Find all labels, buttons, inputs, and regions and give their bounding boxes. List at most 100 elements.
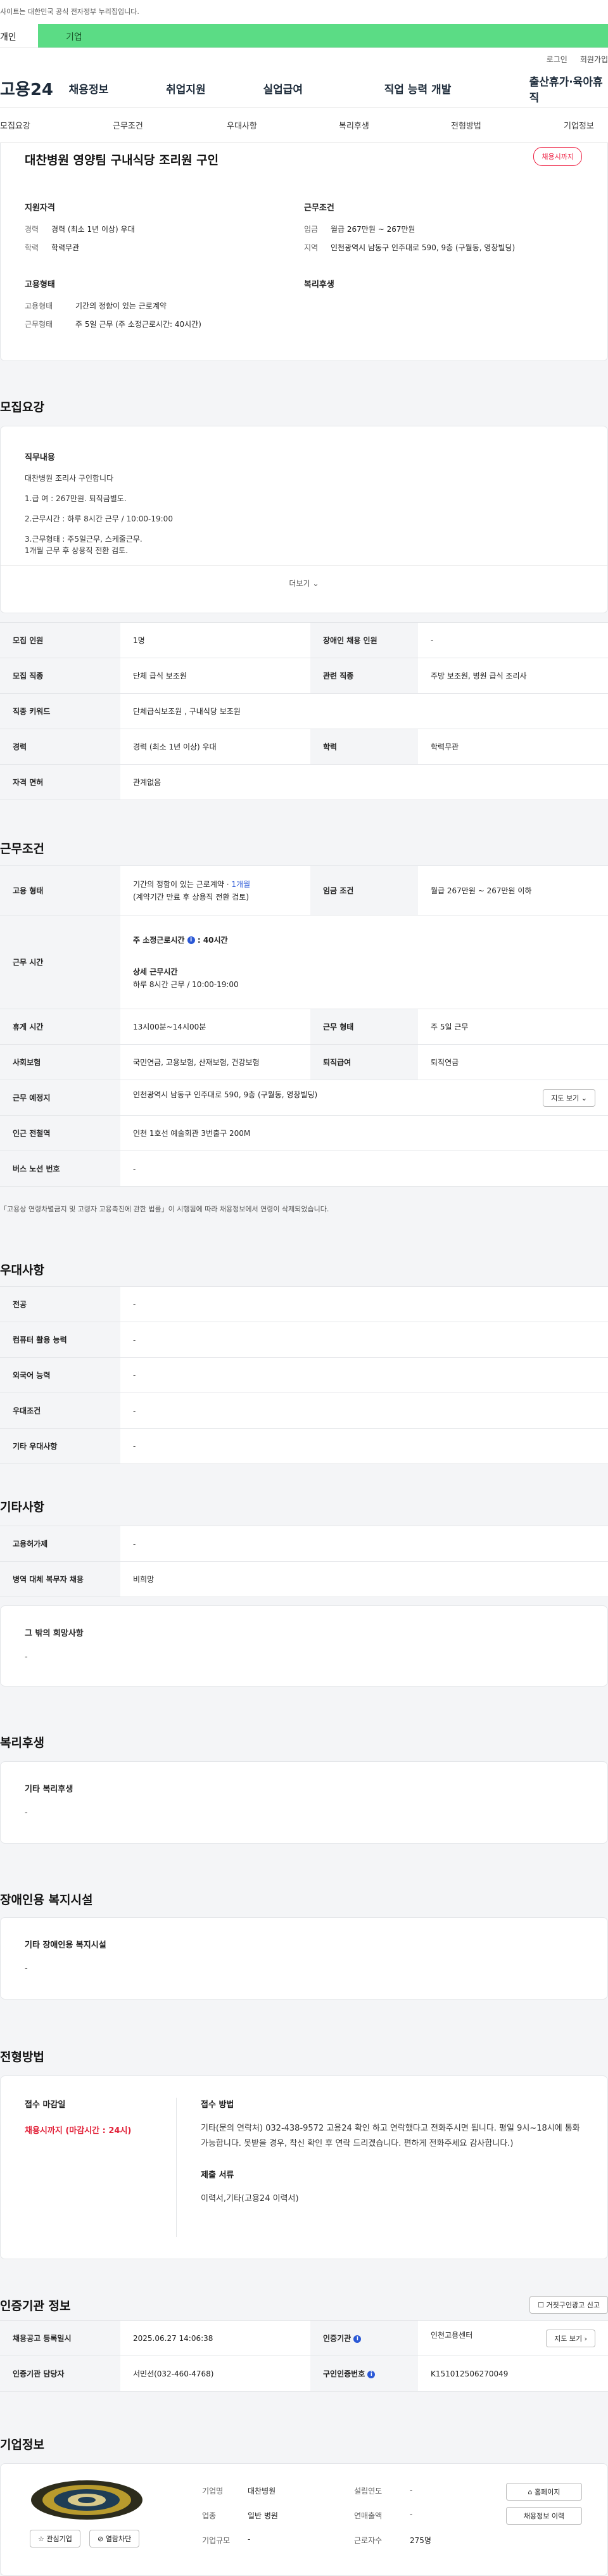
work-place: 인천광역시 남동구 인주대로 590, 9층 (구월동, 영창빌딩) <box>133 1090 318 1099</box>
info-value: - <box>410 2510 413 2519</box>
table-row: 사회보험 국민연금, 고용보험, 산재보험, 건강보험 퇴직급여 퇴직연금 <box>0 1044 608 1080</box>
info-value: - <box>410 2485 413 2494</box>
welfare-summary-block: 복리후생 <box>304 277 583 338</box>
time-detail: 하루 8시간 근무 / 10:00-19:00 <box>133 979 239 989</box>
pref-table: 전공 - 컴퓨터 활용 능력 - 외국어 능력 - 우대조건 - 기타 우대사항 - <box>0 1286 608 1464</box>
emp-type-value: 기간의 정함이 있는 근로계약 · <box>133 879 229 889</box>
table-row: 버스 노선 번호 - <box>0 1151 608 1187</box>
welfare-summary-head: 복리후생 <box>304 280 334 290</box>
wish-head: 그 밖의 희망사항 <box>25 1629 84 1638</box>
section-title-etc: 기타사항 <box>0 1500 44 1514</box>
favorite-label: 관심기업 <box>46 2535 72 2543</box>
chevron-down-icon: ⌄ <box>312 578 319 588</box>
employment-block: 고용형태 고용형태 기간의 정함이 있는 근로계약 근무형태 주 5일 근무 (주 … <box>25 277 304 338</box>
info-icon[interactable]: i <box>367 2370 376 2378</box>
nav-unemployment-benefit[interactable]: 실업급여 <box>263 80 358 96</box>
section-tab-work[interactable]: 근무조건 <box>113 119 143 131</box>
emp-sub: (계약기간 만료 후 상용직 전환 검토) <box>133 892 249 902</box>
info-key: 근로자수 <box>354 2536 383 2545</box>
page: 사이트는 대한민국 공식 전자정부 누리집입니다. 개인 기업 로그인 회원가입… <box>0 0 608 2576</box>
info-icon[interactable]: i <box>353 2335 362 2343</box>
method-value: 기타(문의 연락처) 032-438-9572 고용24 확인 하고 연락했다고… <box>201 2124 580 2148</box>
info-value: 대찬병원 <box>248 2487 276 2496</box>
cell-value: 학력무관 <box>418 729 608 765</box>
section-nav: 모집요강 근무조건 우대사항 복리후생 전형방법 기업정보 <box>0 108 608 143</box>
cell-head: 모집 인원 <box>0 622 120 658</box>
table-row: 병역 대체 복무자 채용 비희망 <box>0 1561 608 1597</box>
agency-map-button[interactable]: 지도 보기 › <box>546 2329 595 2347</box>
info-icon[interactable]: i <box>187 936 195 944</box>
info-value: - <box>248 2535 251 2544</box>
login-link[interactable]: 로그인 <box>547 54 567 65</box>
site-logo[interactable]: 고용24 <box>0 77 69 100</box>
cell-value: 국민연금, 고용보험, 산재보험, 건강보험 <box>120 1044 310 1080</box>
table-row: 모집 직종 단체 급식 보조원 관련 직종 주방 보조원, 병원 급식 조리사 <box>0 658 608 694</box>
section-tab-welfare[interactable]: 복리후생 <box>339 119 369 131</box>
cell-head: 장애인 채용 인원 <box>310 622 418 658</box>
cell-value: 비희망 <box>120 1561 608 1597</box>
favorite-company-button[interactable]: ☆ 관심기업 <box>30 2530 80 2547</box>
employment-head: 고용형태 <box>25 280 55 290</box>
section-title-recruit: 모집요강 <box>0 400 44 414</box>
cell-head: 휴게 시간 <box>0 1009 120 1045</box>
map-button[interactable]: 지도 보기 ⌄ <box>543 1088 595 1107</box>
homepage-button[interactable]: ⌂ 홈페이지 <box>506 2483 582 2501</box>
company-info-grid: 기업명 대찬병원 설립연도 - 업종 일반 병원 연매출액 - 기업규모 - 근… <box>202 2485 431 2546</box>
info-key: 기업규모 <box>202 2536 231 2545</box>
report-icon: ☐ <box>538 2301 545 2309</box>
table-row: 컴퓨터 활용 능력 - <box>0 1322 608 1358</box>
cell-head: 퇴직급여 <box>310 1044 418 1080</box>
disabled-card: 기타 장애인용 복지시설 - <box>0 1917 608 1999</box>
block-view-button[interactable]: ⊘ 열람차단 <box>89 2530 140 2547</box>
tab-personal[interactable]: 개인 <box>0 24 38 48</box>
cell-value: 주방 보조원, 병원 급식 조리사 <box>418 658 608 694</box>
cell-value: 단체 급식 보조원 <box>120 658 310 694</box>
cell-value: 주 소정근로시간 i : 40시간 상세 근무시간 하루 8시간 근무 / 10… <box>120 915 608 1009</box>
cell-value: 월급 267만원 ~ 267만원 이하 <box>418 865 608 915</box>
more-button[interactable]: 더보기 ⌄ <box>1 565 607 601</box>
kv-key: 근무형태 <box>25 320 53 329</box>
kv-key: 고용형태 <box>25 302 53 310</box>
util-bar: 로그인 회원가입 <box>0 48 608 70</box>
chevron-down-icon: ⌄ <box>581 1094 587 1102</box>
org-label: 인증기관 <box>323 2334 352 2343</box>
kv-key: 임금 <box>304 225 319 234</box>
kv-value: 경력 (최소 1년 이상) 우대 <box>51 225 135 234</box>
job-history-button[interactable]: 채용정보 이력 <box>506 2507 582 2525</box>
nav-vocational-training[interactable]: 직업 능력 개발 <box>384 80 504 96</box>
table-row: 경력 경력 (최소 1년 이상) 우대 학력 학력무관 <box>0 729 608 765</box>
table-row: 전공 - <box>0 1286 608 1322</box>
section-tab-screen[interactable]: 전형방법 <box>451 119 481 131</box>
join-link[interactable]: 회원가입 <box>580 54 608 65</box>
work-table: 고용 형태 기간의 정함이 있는 근로계약 · 1개월 (계약기간 만료 후 상… <box>0 865 608 1187</box>
table-row: 외국어 능력 - <box>0 1357 608 1393</box>
table-row: 인증기관 담당자 서민선(032-460-4768) 구인인증번호 i K151… <box>0 2356 608 2392</box>
star-icon: ☆ <box>38 2535 44 2543</box>
cell-head: 버스 노선 번호 <box>0 1151 120 1187</box>
cell-head: 컴퓨터 활용 능력 <box>0 1322 120 1358</box>
cell-value: 인천광역시 남동구 인주대로 590, 9층 (구월동, 영창빌딩) 지도 보기… <box>120 1080 608 1116</box>
duty-line: 1.급 여 : 267만원. 퇴직금별도. <box>25 494 127 503</box>
nav-maternity-leave[interactable]: 출산휴가·육아휴직 <box>529 73 608 105</box>
cell-head: 자격 면허 <box>0 764 120 800</box>
nav-jobs[interactable]: 채용정보 <box>69 80 141 96</box>
table-row: 우대조건 - <box>0 1393 608 1429</box>
agency-map-label: 지도 보기 <box>554 2334 583 2343</box>
org-value: 인천고용센터 <box>431 2330 473 2340</box>
kv-key: 학력 <box>25 243 39 252</box>
section-tab-recruit[interactable]: 모집요강 <box>0 119 30 131</box>
cell-head: 근무 예정지 <box>0 1080 120 1116</box>
cell-value: 인천 1호선 예술회관 3번출구 200M <box>120 1115 608 1151</box>
chevron-right-icon: › <box>584 2334 587 2343</box>
company-logo <box>30 2479 144 2521</box>
section-tab-company[interactable]: 기업정보 <box>564 119 594 131</box>
report-button[interactable]: ☐ 거짓구인광고 신고 <box>529 2296 608 2314</box>
tab-company[interactable]: 기업 <box>38 24 608 48</box>
duty-line: 2.근무시간 : 하루 8시간 근무 / 10:00-19:00 <box>25 514 173 523</box>
disabled-value: - <box>25 1964 28 1973</box>
week-hours-value: : 40시간 <box>197 935 228 945</box>
cell-value: - <box>120 1393 608 1429</box>
section-tab-pref[interactable]: 우대사항 <box>227 119 257 131</box>
nav-employment-support[interactable]: 취업지원 <box>166 80 238 96</box>
company-card: ☆ 관심기업 ⊘ 열람차단 기업명 대찬병원 설립연도 - 업종 일반 병원 연… <box>0 2463 608 2576</box>
